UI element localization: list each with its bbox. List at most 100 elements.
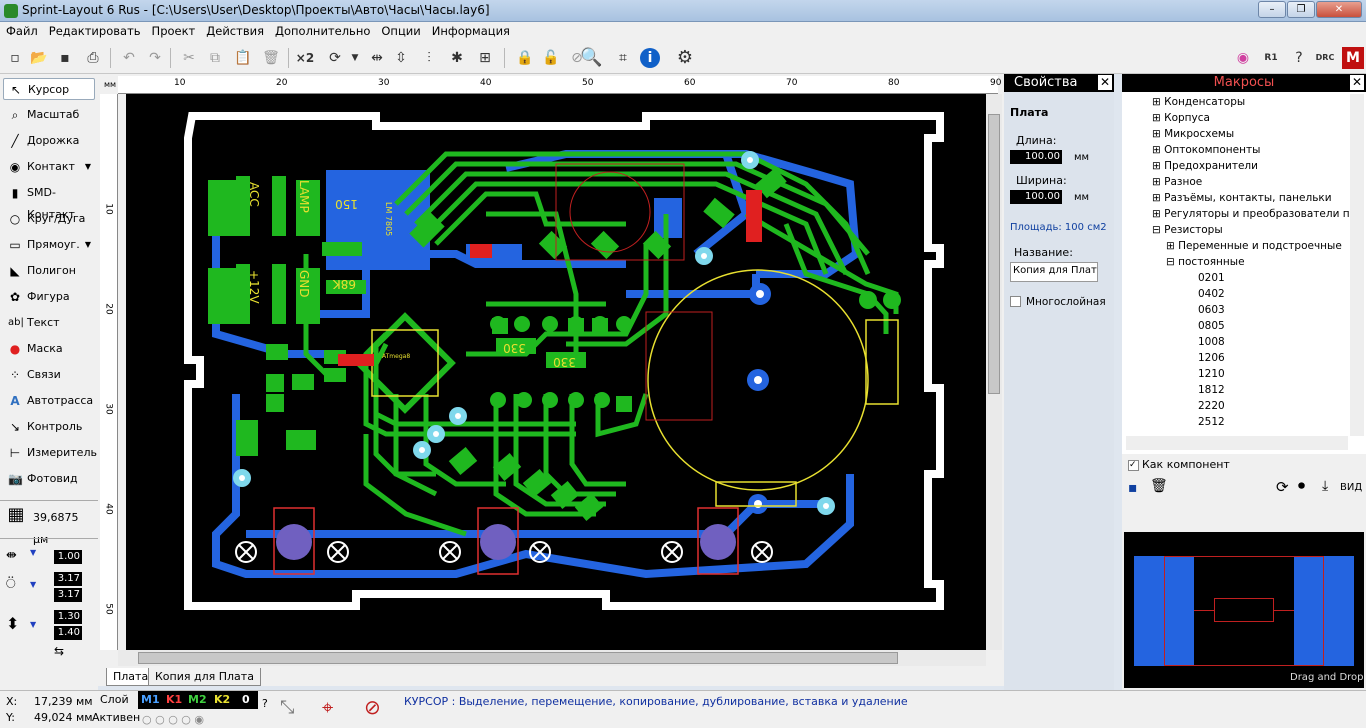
target-icon[interactable]: ⌖ <box>322 695 333 719</box>
delete-icon[interactable]: 🗑 <box>260 47 282 69</box>
pad-dropdown-icon[interactable]: ▼ <box>85 156 91 178</box>
mirror-v-icon[interactable]: ⇳ <box>390 47 412 69</box>
layer-k1[interactable]: K1 <box>166 693 182 706</box>
tree-opto[interactable]: ⊞ Оптокомпоненты <box>1152 144 1260 156</box>
lock-icon[interactable]: 🔒 <box>514 47 536 69</box>
open-folder-icon[interactable]: 📂 <box>28 47 50 69</box>
ungroup-icon[interactable]: ⊞ <box>474 47 496 69</box>
tree-1210[interactable]: 1210 <box>1198 368 1225 380</box>
layer-m1[interactable]: M1 <box>141 693 160 706</box>
menu-actions[interactable]: Действия <box>200 22 269 38</box>
align-icon[interactable]: ⫶ <box>418 47 440 69</box>
tree-1812[interactable]: 1812 <box>1198 384 1225 396</box>
tool-figure[interactable]: ✿ Фигура <box>3 286 95 308</box>
info-icon[interactable]: i <box>640 48 660 68</box>
delete-macro-icon[interactable]: 🗑 <box>1150 478 1168 494</box>
layer-0[interactable]: 0 <box>242 693 250 706</box>
track-width-field[interactable]: 1.00 <box>54 550 82 564</box>
tool-polygon[interactable]: ◣ Полигон <box>3 260 95 282</box>
new-file-icon[interactable]: ▫ <box>4 47 26 69</box>
duplicate-x2-icon[interactable]: ×2 <box>294 47 316 69</box>
tab-board-copy[interactable]: Копия для Плата <box>148 668 261 686</box>
tree-1008[interactable]: 1008 <box>1198 336 1225 348</box>
mirror-h-icon[interactable]: ⇹ <box>366 47 388 69</box>
width-field[interactable]: 100.00 <box>1010 190 1062 204</box>
tool-smd-pad[interactable]: ▮ SMD-Контакт <box>3 182 95 221</box>
help-icon[interactable]: ? <box>1288 47 1310 69</box>
menu-options[interactable]: Опции <box>375 22 425 38</box>
name-field[interactable]: Копия для Плата <box>1010 262 1098 282</box>
tool-autoroute[interactable]: A Автотрасса <box>3 390 95 412</box>
tree-1206[interactable]: 1206 <box>1198 352 1225 364</box>
tree-2220[interactable]: 2220 <box>1198 400 1225 412</box>
tree-resistors[interactable]: ⊟ Резисторы <box>1152 224 1223 236</box>
layer-radios[interactable]: ○ ○ ○ ○ ◉ <box>142 713 204 726</box>
macros-hscroll[interactable] <box>1126 436 1348 450</box>
horizontal-scrollbar[interactable] <box>118 650 986 666</box>
tree-0201[interactable]: 0201 <box>1198 272 1225 284</box>
print-icon[interactable]: ⎙ <box>82 47 104 69</box>
menu-edit[interactable]: Редактировать <box>43 22 146 38</box>
tool-pad[interactable]: ◉ Контакт ▼ <box>3 156 95 178</box>
multilayer-checkbox[interactable] <box>1010 296 1021 307</box>
layer-k2[interactable]: K2 <box>214 693 230 706</box>
macro-preview[interactable]: Drag and Drop <box>1124 532 1364 688</box>
tool-measure[interactable]: ⊢ Измеритель <box>3 442 97 464</box>
smd-height-field[interactable]: 1.40 <box>54 626 82 640</box>
smd-width-field[interactable]: 1.30 <box>54 610 82 624</box>
tool-rectangle[interactable]: ▭ Прямоуг. ▼ <box>3 234 95 256</box>
cut-icon[interactable]: ✂ <box>178 47 200 69</box>
help-question-icon[interactable]: ? <box>262 697 268 710</box>
zoom-icon[interactable]: 🔍 <box>580 47 602 69</box>
tool-connections[interactable]: ⁘ Связи <box>3 364 95 386</box>
tree-variable[interactable]: ⊞ Переменные и подстроечные <box>1166 240 1342 252</box>
macros-vscroll[interactable] <box>1350 94 1364 436</box>
close-button[interactable]: ✕ <box>1316 1 1362 18</box>
menu-info[interactable]: Информация <box>426 22 515 38</box>
macros-close-icon[interactable]: ✕ <box>1350 75 1364 90</box>
pcb-board[interactable]: ACC LAMP +12V GND 150 68K 330 330 LM 780… <box>126 94 986 650</box>
minimize-button[interactable]: – <box>1258 1 1286 18</box>
crop-icon[interactable]: ⌗ <box>612 47 634 69</box>
tree-0402[interactable]: 0402 <box>1198 288 1225 300</box>
length-field[interactable]: 100.00 <box>1010 150 1062 164</box>
tree-0805[interactable]: 0805 <box>1198 320 1225 332</box>
as-component-checkbox[interactable]: ✓ <box>1128 460 1139 471</box>
no-route-icon[interactable]: ⊘ <box>364 695 381 719</box>
record-icon[interactable]: ◉ <box>1232 47 1254 69</box>
menu-extra[interactable]: Дополнительно <box>269 22 375 38</box>
tree-regulators[interactable]: ⊞ Регуляторы и преобразователи пит <box>1152 208 1363 220</box>
undo-icon[interactable]: ↶ <box>118 47 140 69</box>
tree-capacitors[interactable]: ⊞ Конденсаторы <box>1152 96 1245 108</box>
tool-text[interactable]: ab| Текст <box>3 312 95 334</box>
properties-close-icon[interactable]: ✕ <box>1098 75 1112 90</box>
tool-zoom[interactable]: ⌕ Масштаб <box>3 104 95 126</box>
pad-inner-field[interactable]: 3.17 <box>54 588 82 602</box>
tree-misc[interactable]: ⊞ Разное <box>1152 176 1202 188</box>
layer-m2[interactable]: M2 <box>188 693 207 706</box>
rotate-icon[interactable]: ⟳ <box>324 47 346 69</box>
tree-0603[interactable]: 0603 <box>1198 304 1225 316</box>
menu-file[interactable]: Файл <box>0 22 43 38</box>
view-label[interactable]: ВИД <box>1340 482 1362 493</box>
tree-2512[interactable]: 2512 <box>1198 416 1225 428</box>
tree-fixed[interactable]: ⊟ постоянные <box>1166 256 1245 268</box>
track-width-dropdown-icon[interactable]: ▼ <box>30 548 36 557</box>
redo-icon[interactable]: ↷ <box>144 47 166 69</box>
vertical-scrollbar[interactable] <box>986 94 1002 650</box>
r1-icon[interactable]: R1 <box>1260 47 1282 69</box>
tool-mask[interactable]: ● Маска <box>3 338 95 360</box>
pad-size-dropdown-icon[interactable]: ▼ <box>30 580 36 589</box>
pen-tool-icon[interactable]: ⤡ <box>280 697 294 718</box>
smd-size-dropdown-icon[interactable]: ▼ <box>30 620 36 629</box>
paste-icon[interactable]: 📋 <box>232 47 254 69</box>
tool-check[interactable]: ↘ Контроль <box>3 416 95 438</box>
save-macro-icon[interactable]: ▪ <box>1128 480 1138 496</box>
tool-cursor[interactable]: ↖ Курсор <box>3 78 95 100</box>
unlock-icon[interactable]: 🔓 <box>540 47 562 69</box>
tree-ics[interactable]: ⊞ Микросхемы <box>1152 128 1234 140</box>
drc-icon[interactable]: DRC <box>1314 47 1336 69</box>
swap-icon[interactable]: ⇆ <box>54 644 64 658</box>
group-icon[interactable]: ✱ <box>446 47 468 69</box>
copy-icon[interactable]: ⧉ <box>204 47 226 69</box>
